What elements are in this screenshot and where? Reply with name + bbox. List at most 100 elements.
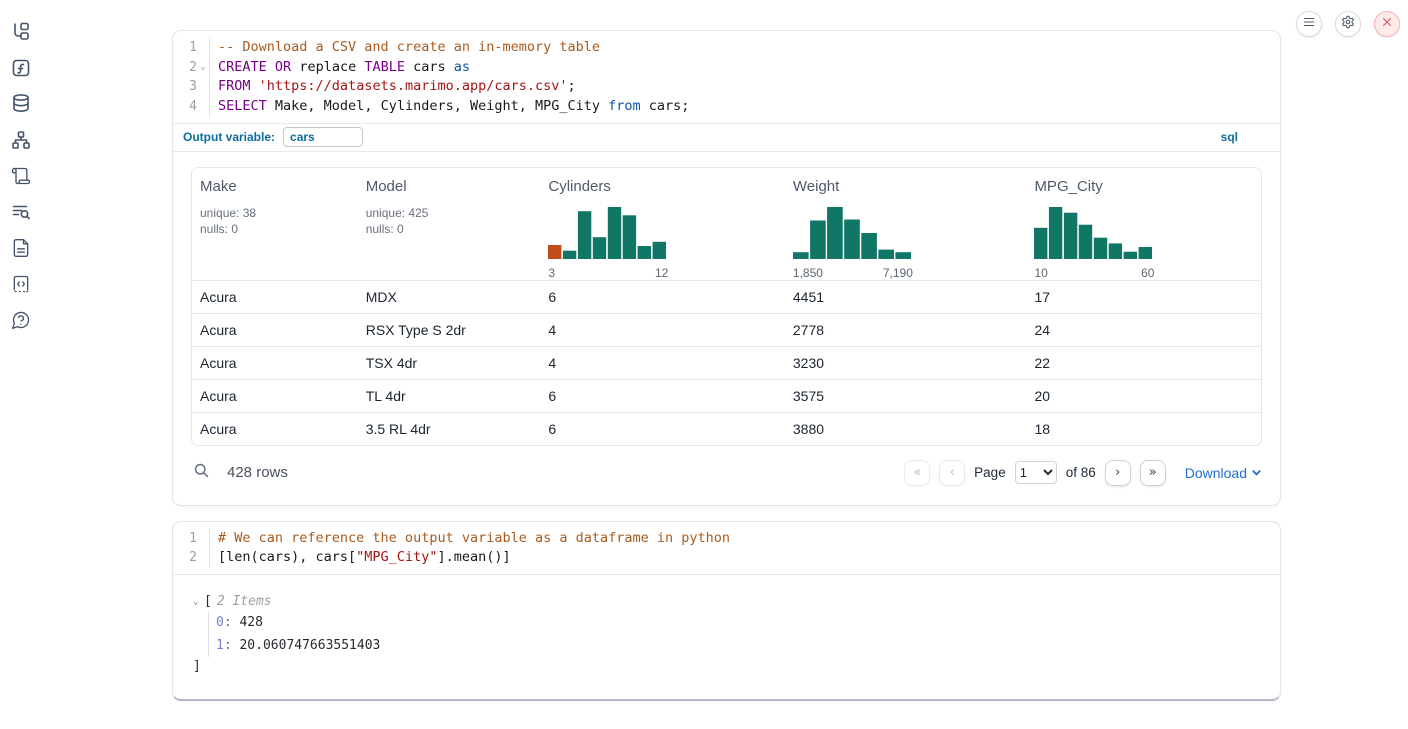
code-line[interactable]: 2⌄CREATE OR replace TABLE cars as: [173, 58, 1280, 78]
column-stat: unique: 38: [200, 205, 350, 222]
column-stat: unique: 425: [366, 205, 533, 222]
table-cell: 17: [1026, 289, 1261, 305]
search-list-icon[interactable]: [11, 202, 31, 222]
tree-entries: 0: 4281: 20.060747663551403: [208, 612, 1260, 657]
tree-entry: 0: 428: [216, 612, 1260, 635]
fold-gutter: [197, 77, 209, 97]
histogram-axis-labels: 1060: [1034, 266, 1154, 280]
column-name[interactable]: Cylinders: [548, 178, 777, 195]
table-cell: Acura: [192, 421, 358, 437]
sql-cell-meta-bar: Output variable: sql: [173, 123, 1280, 151]
tree-item-count: 2 Items: [217, 594, 272, 609]
table-cell: TSX 4dr: [358, 355, 541, 371]
table-row[interactable]: AcuraMDX6445117: [192, 280, 1261, 313]
code-text: # We can reference the output variable a…: [209, 529, 730, 549]
document-icon[interactable]: [11, 238, 31, 258]
output-variable-label: Output variable:: [183, 130, 275, 144]
code-text: SELECT Make, Model, Cylinders, Weight, M…: [209, 97, 689, 117]
output-variable-input[interactable]: [283, 127, 363, 147]
table-cell: 18: [1026, 421, 1261, 437]
column-header-model: Modelunique: 425nulls: 0: [358, 178, 541, 280]
python-code-editor[interactable]: 1 # We can reference the output variable …: [173, 522, 1280, 574]
notebook-cells: 1-- Download a CSV and create an in-memo…: [172, 30, 1281, 701]
column-stat: nulls: 0: [200, 221, 350, 238]
first-page-button[interactable]: «: [904, 460, 930, 486]
data-table: Make unique: 38nulls: 0 Model unique: 425 nu…: [191, 167, 1262, 446]
tree-entry-value: 20.060747663551403: [239, 638, 380, 653]
shutdown-button[interactable]: [1374, 11, 1400, 37]
code-line[interactable]: 1 # We can reference the output variable …: [173, 529, 1280, 549]
function-square-icon[interactable]: [11, 58, 31, 78]
table-cell: 4451: [785, 289, 1027, 305]
database-icon[interactable]: [11, 93, 31, 113]
table-cell: 3880: [785, 421, 1027, 437]
search-icon[interactable]: [193, 462, 210, 484]
help-icon[interactable]: [11, 310, 31, 330]
settings-gear-icon: [1341, 15, 1355, 34]
table-cell: Acura: [192, 355, 358, 371]
row-count: 428 rows: [227, 464, 288, 481]
histogram-wrap: 1060: [1034, 205, 1154, 280]
snippets-icon[interactable]: [11, 274, 31, 294]
table-row[interactable]: AcuraRSX Type S 2dr4277824: [192, 313, 1261, 346]
table-row[interactable]: Acura3.5 RL 4dr6388018: [192, 412, 1261, 445]
table-footer: 428 rows « ‹ Page 1 of 86 › » Download: [191, 457, 1262, 489]
menu-button[interactable]: [1296, 11, 1322, 37]
page-label: Page: [974, 465, 1006, 480]
sql-code-editor[interactable]: 1-- Download a CSV and create an in-memo…: [173, 31, 1280, 123]
page-select[interactable]: 1: [1015, 461, 1057, 484]
table-cell: 3.5 RL 4dr: [358, 421, 541, 437]
python-cell-output: ⌄ [ 2 Items 0: 4281: 20.060747663551403 …: [173, 574, 1280, 699]
cylinders-histogram: [548, 205, 666, 259]
table-cell: 22: [1026, 355, 1261, 371]
column-header-weight: Weight 1,8507,190: [785, 178, 1027, 280]
code-line[interactable]: 2[len(cars), cars["MPG_City"].mean()]: [173, 548, 1280, 568]
table-cell: 24: [1026, 322, 1261, 338]
table-header: Make unique: 38nulls: 0 Model unique: 425 nu…: [192, 168, 1261, 280]
table-cell: 4: [540, 322, 785, 338]
tree-entry-value: 428: [239, 615, 262, 630]
tree-collapse-icon[interactable]: ⌄: [193, 597, 204, 607]
previous-page-button[interactable]: ‹: [939, 460, 965, 486]
histogram-axis-labels: 1,8507,190: [793, 266, 913, 280]
fold-gutter: [197, 97, 209, 117]
column-name[interactable]: Make: [200, 178, 350, 195]
hierarchy-icon[interactable]: [11, 130, 31, 150]
language-badge[interactable]: sql: [1221, 130, 1270, 144]
tree-close-bracket: ]: [193, 657, 1260, 677]
scroll-icon[interactable]: [11, 166, 31, 186]
column-header-make: Make unique: 38nulls: 0: [192, 178, 358, 280]
line-number: 1: [173, 38, 197, 58]
last-page-button[interactable]: »: [1140, 460, 1166, 486]
fold-chevron-icon[interactable]: ⌄: [197, 58, 209, 78]
table-cell: 3575: [785, 388, 1027, 404]
sql-cell: 1-- Download a CSV and create an in-memo…: [172, 30, 1281, 506]
fold-gutter: [197, 548, 209, 568]
histogram-wrap: 312: [548, 205, 668, 280]
column-name[interactable]: Model: [366, 178, 533, 195]
line-number: 1: [173, 529, 197, 549]
code-line[interactable]: 3FROM 'https://datasets.marimo.app/cars.…: [173, 77, 1280, 97]
download-label: Download: [1185, 465, 1247, 481]
column-name[interactable]: Weight: [793, 178, 1019, 195]
line-number: 4: [173, 97, 197, 117]
next-page-button[interactable]: ›: [1105, 460, 1131, 486]
table-body: AcuraMDX6445117AcuraRSX Type S 2dr427782…: [192, 280, 1261, 445]
code-line[interactable]: 1-- Download a CSV and create an in-memo…: [173, 38, 1280, 58]
table-row[interactable]: AcuraTSX 4dr4323022: [192, 346, 1261, 379]
file-tree-icon[interactable]: [11, 22, 31, 42]
table-cell: 3230: [785, 355, 1027, 371]
fold-gutter: [197, 529, 209, 549]
sql-cell-output: Make unique: 38nulls: 0 Model unique: 425 nu…: [173, 151, 1280, 505]
column-name[interactable]: MPG_City: [1034, 178, 1253, 195]
table-cell: 6: [540, 421, 785, 437]
code-text: FROM 'https://datasets.marimo.app/cars.c…: [209, 77, 576, 97]
table-row[interactable]: AcuraTL 4dr6357520: [192, 379, 1261, 412]
settings-button[interactable]: [1335, 11, 1361, 37]
tree-entry-key: 0: [216, 615, 224, 630]
table-cell: 6: [540, 388, 785, 404]
download-button[interactable]: Download: [1185, 465, 1262, 481]
table-cell: 6: [540, 289, 785, 305]
notebook-actions: [1296, 11, 1400, 37]
code-line[interactable]: 4 SELECT Make, Model, Cylinders, Weight, …: [173, 97, 1280, 117]
